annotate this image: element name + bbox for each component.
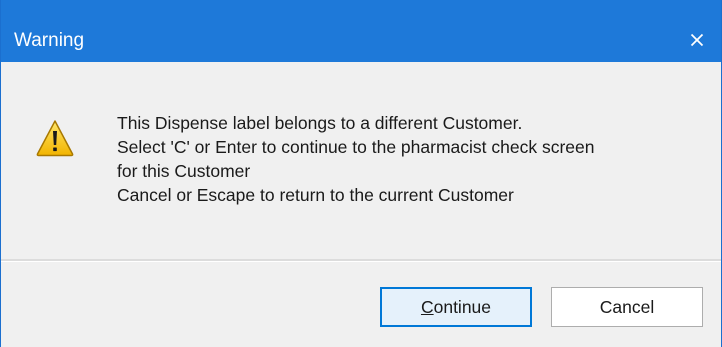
message-line: for this Customer	[117, 161, 251, 181]
button-bar: Continue Cancel	[1, 262, 721, 347]
window-title: Warning	[14, 30, 85, 51]
warning-dialog: Warning This Dispense label belongs to a…	[0, 0, 722, 347]
message-line: This Dispense label belongs to a differe…	[117, 113, 523, 133]
message-line: Select 'C' or Enter to continue to the p…	[117, 137, 595, 157]
close-button[interactable]	[673, 18, 721, 62]
title-bar[interactable]: Warning	[1, 0, 721, 62]
warning-icon	[35, 118, 75, 158]
continue-button[interactable]: Continue	[380, 287, 532, 327]
warning-message: This Dispense label belongs to a differe…	[117, 111, 594, 207]
cancel-button[interactable]: Cancel	[551, 287, 703, 327]
dialog-content: This Dispense label belongs to a differe…	[1, 62, 721, 259]
close-icon	[690, 33, 704, 47]
cancel-button-label: Cancel	[599, 296, 655, 317]
message-line: Cancel or Escape to return to the curren…	[117, 185, 514, 205]
